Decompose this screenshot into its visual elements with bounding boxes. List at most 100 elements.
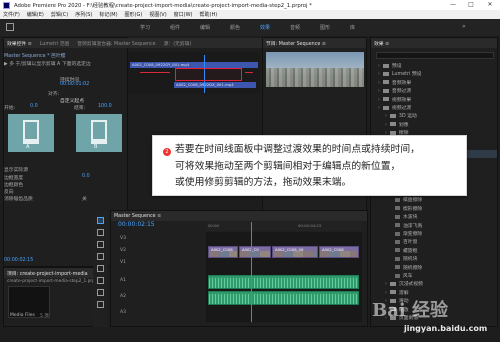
razor-tool-icon[interactable] bbox=[97, 253, 104, 260]
effects-tree-item[interactable]: 随机块 bbox=[392, 255, 417, 262]
track-select-tool-icon[interactable] bbox=[97, 229, 104, 236]
workspace-tab-graphics[interactable]: 图形 bbox=[320, 24, 330, 31]
workspace-overflow-icon[interactable]: » bbox=[462, 23, 466, 30]
video-clip[interactable]: A002_C008 bbox=[319, 246, 359, 258]
workspace-tab-assembly[interactable]: 组件 bbox=[170, 24, 180, 31]
tab-audio-clip-mixer[interactable]: 音频剪辑混合器: Master Sequence bbox=[77, 40, 155, 47]
workspace-tab-effects[interactable]: 效果 bbox=[260, 24, 270, 31]
drag-arrow-left bbox=[140, 72, 170, 73]
effects-tree-item[interactable]: › 视频过渡 bbox=[378, 104, 411, 111]
ec-start-value[interactable]: 0.0 bbox=[30, 104, 38, 109]
track-v2[interactable]: V2 bbox=[118, 246, 204, 256]
audio-clip-a2[interactable] bbox=[208, 291, 359, 305]
effects-tree-item[interactable]: › 划像 bbox=[385, 121, 409, 128]
video-clip[interactable]: A002_C008 bbox=[208, 246, 238, 258]
step-number-badge: 2 bbox=[163, 148, 171, 156]
effect-controls-tabs: 效果控件 ≡ Lumetri 范围 音频剪辑混合器: Master Sequen… bbox=[4, 38, 264, 48]
transition-highlight-box[interactable] bbox=[175, 68, 242, 81]
menu-file[interactable]: 文件(F) bbox=[3, 11, 20, 18]
ec-timecode[interactable]: 00:00:02:15 bbox=[4, 258, 33, 263]
ec-border-width-value[interactable]: 0.0 bbox=[82, 174, 90, 179]
effects-tree-item[interactable]: › 视频效果 bbox=[378, 96, 411, 103]
menu-marker[interactable]: 标记(M) bbox=[99, 11, 117, 18]
effects-tree-item[interactable]: › 沉浸式视频 bbox=[385, 280, 423, 287]
effects-tree-item[interactable]: › 音频过渡 bbox=[378, 87, 411, 94]
effects-tree-item-label: 3D 运动 bbox=[398, 114, 417, 120]
effects-tree-item[interactable]: › 3D 运动 bbox=[385, 112, 417, 119]
track-a2[interactable]: A2 bbox=[118, 292, 204, 302]
menu-window[interactable]: 窗口(W) bbox=[174, 11, 193, 18]
disclosure-triangle-icon[interactable]: › bbox=[385, 282, 387, 287]
menu-view[interactable]: 视图(V) bbox=[149, 11, 166, 18]
effects-tree-item[interactable]: › 预设 bbox=[378, 62, 402, 69]
menu-graphics[interactable]: 图形(G) bbox=[125, 11, 143, 18]
effects-tree-item[interactable]: 棋盘擦除 bbox=[392, 196, 422, 203]
ec-end-value[interactable]: 100.0 bbox=[98, 104, 112, 109]
program-video-frame bbox=[266, 52, 364, 87]
timeline-playhead[interactable] bbox=[251, 222, 252, 322]
ripple-edit-tool-icon[interactable] bbox=[97, 241, 104, 248]
slip-tool-icon[interactable] bbox=[97, 265, 104, 272]
disclosure-triangle-icon[interactable]: › bbox=[378, 81, 380, 86]
video-clip[interactable]: A002_C008_09 bbox=[272, 246, 318, 258]
workspace-tab-audio[interactable]: 音频 bbox=[290, 24, 300, 31]
effects-tree-item[interactable]: 风车 bbox=[392, 272, 413, 279]
workspace-tab-learn[interactable]: 学习 bbox=[140, 24, 150, 31]
workspace-tab-color[interactable]: 颜色 bbox=[230, 24, 240, 31]
ec-align-select[interactable]: 自定义起点 bbox=[60, 97, 84, 104]
timeline-timecode[interactable]: 00:00:02:15 bbox=[118, 221, 155, 228]
pen-tool-icon[interactable] bbox=[97, 277, 104, 284]
workspace-tab-edit[interactable]: 编辑 bbox=[200, 24, 210, 31]
hand-tool-icon[interactable] bbox=[97, 289, 104, 296]
effects-tree-item[interactable]: 水波块 bbox=[392, 213, 417, 220]
tab-master-sequence[interactable]: Master Sequence ≡ bbox=[114, 214, 161, 219]
tab-effect-controls[interactable]: 效果控件 ≡ bbox=[7, 40, 32, 47]
menu-edit[interactable]: 编辑(E) bbox=[27, 11, 44, 18]
effects-tree-item[interactable]: 百叶窗 bbox=[392, 238, 417, 245]
mini-clip-b[interactable]: A002_C008_0922DX_001.mp4 bbox=[174, 82, 256, 88]
transition-effect-icon bbox=[395, 214, 400, 219]
audio-clip-a1[interactable] bbox=[208, 275, 359, 289]
tab-effects[interactable]: 效果 ≡ bbox=[374, 40, 389, 47]
disclosure-triangle-icon[interactable]: › bbox=[378, 72, 380, 77]
track-v3[interactable]: V3 bbox=[118, 234, 204, 244]
effects-tree-item[interactable]: › 溶解 bbox=[385, 289, 409, 296]
effects-tree-item[interactable]: 随机擦除 bbox=[392, 264, 422, 271]
tab-program-monitor[interactable]: 节目: Master Sequence ≡ bbox=[266, 40, 326, 47]
disclosure-triangle-icon[interactable]: › bbox=[378, 89, 380, 94]
track-v1[interactable]: V1 bbox=[118, 258, 204, 268]
track-a1[interactable]: A1 bbox=[118, 276, 204, 286]
menu-sequence[interactable]: 序列(S) bbox=[75, 11, 92, 18]
transition-effect-icon bbox=[395, 223, 400, 228]
effects-tree-item[interactable]: 油漆飞溅 bbox=[392, 222, 422, 229]
effects-tree-item[interactable]: 螺旋框 bbox=[392, 247, 417, 254]
minimize-button[interactable]: — bbox=[444, 0, 462, 10]
effects-search-input[interactable] bbox=[376, 52, 494, 59]
disclosure-triangle-icon[interactable]: › bbox=[378, 98, 380, 103]
ec-duration-value[interactable]: 00:00:01:02 bbox=[60, 82, 89, 87]
effects-tree-item[interactable]: › Lumetri 预设 bbox=[378, 70, 421, 77]
tab-source-monitor[interactable]: 源：(无剪辑) bbox=[164, 40, 192, 47]
tab-project[interactable]: 项目: create-project-import-media bbox=[7, 270, 88, 277]
maximize-button[interactable]: □ bbox=[462, 0, 480, 10]
menu-clip[interactable]: 剪辑(C) bbox=[51, 11, 68, 18]
disclosure-triangle-icon[interactable]: › bbox=[378, 64, 380, 69]
tab-lumetri-scopes[interactable]: Lumetri 范围 bbox=[40, 40, 70, 47]
type-tool-icon[interactable] bbox=[97, 301, 104, 308]
effects-tree-item[interactable]: › 音频效果 bbox=[378, 79, 411, 86]
timeline-ruler[interactable]: 00:00 00:00:04:23 bbox=[206, 222, 362, 231]
ec-antialias-value[interactable]: 关 bbox=[82, 195, 87, 202]
disclosure-triangle-icon[interactable]: › bbox=[385, 123, 387, 128]
disclosure-triangle-icon[interactable]: › bbox=[385, 114, 387, 119]
effects-tree-item[interactable]: 渐变擦除 bbox=[392, 230, 422, 237]
effects-tree-item[interactable]: 楔形擦除 bbox=[392, 205, 422, 212]
track-a3[interactable]: A3 bbox=[118, 308, 204, 318]
project-path: create-project-import-media-step2_1.prpr… bbox=[7, 279, 101, 284]
video-clip[interactable]: A002_C0 bbox=[239, 246, 271, 258]
disclosure-triangle-icon[interactable]: › bbox=[378, 106, 380, 111]
home-icon[interactable] bbox=[6, 23, 14, 31]
close-button[interactable]: ✕ bbox=[481, 0, 499, 10]
menu-help[interactable]: 帮助(H) bbox=[200, 11, 218, 18]
workspace-tab-libraries[interactable]: 库 bbox=[350, 24, 355, 31]
selection-tool-icon[interactable] bbox=[97, 217, 104, 224]
